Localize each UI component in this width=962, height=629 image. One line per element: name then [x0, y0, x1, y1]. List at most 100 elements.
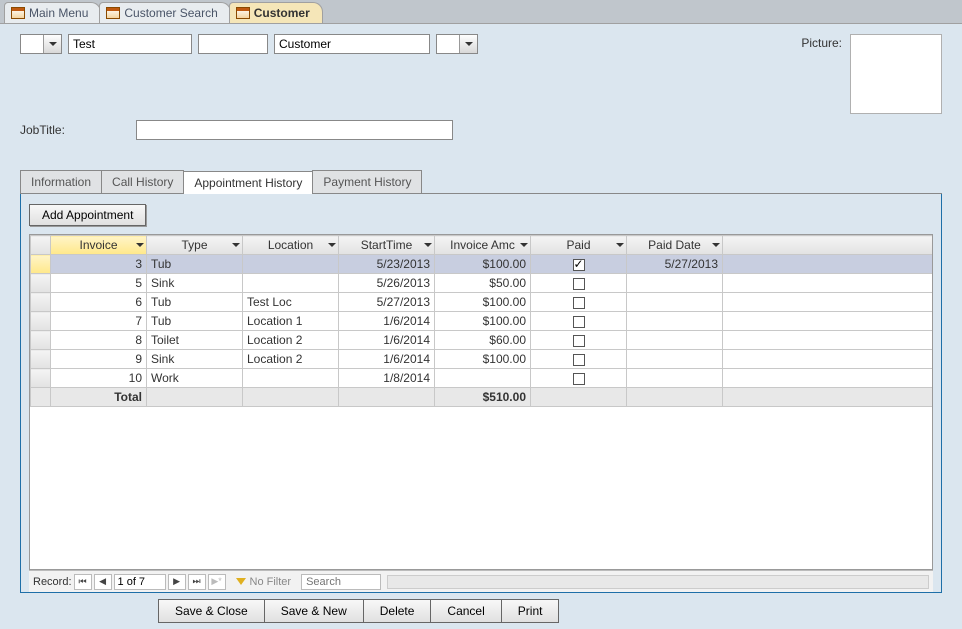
cell-starttime[interactable]: 1/6/2014 [339, 350, 435, 369]
checkbox-icon[interactable] [573, 354, 585, 366]
cell-invoice-amt[interactable]: $100.00 [435, 255, 531, 274]
table-row[interactable]: 6TubTest Loc5/27/2013$100.00 [31, 293, 933, 312]
cell-type[interactable]: Work [147, 369, 243, 388]
cell-location[interactable]: Location 2 [243, 331, 339, 350]
suffix-input[interactable] [437, 35, 459, 53]
cell-paid[interactable] [531, 331, 627, 350]
cell-starttime[interactable]: 1/6/2014 [339, 331, 435, 350]
cell-invoice[interactable]: 7 [51, 312, 147, 331]
cell-starttime[interactable]: 5/27/2013 [339, 293, 435, 312]
cell-invoice-amt[interactable]: $50.00 [435, 274, 531, 293]
window-tab[interactable]: Customer Search [99, 2, 230, 23]
appointments-grid[interactable]: InvoiceTypeLocationStartTimeInvoice AmcP… [29, 234, 933, 570]
window-tab[interactable]: Main Menu [4, 2, 101, 23]
table-row[interactable]: 8ToiletLocation 21/6/2014$60.00 [31, 331, 933, 350]
cell-type[interactable]: Tub [147, 293, 243, 312]
row-selector[interactable] [31, 255, 51, 274]
table-row[interactable]: 9SinkLocation 21/6/2014$100.00 [31, 350, 933, 369]
cell-invoice-amt[interactable]: $100.00 [435, 293, 531, 312]
column-header[interactable]: Location [243, 236, 339, 255]
cell-type[interactable]: Sink [147, 274, 243, 293]
print-button[interactable]: Print [501, 599, 560, 623]
cell-starttime[interactable]: 5/23/2013 [339, 255, 435, 274]
cell-starttime[interactable]: 1/8/2014 [339, 369, 435, 388]
add-appointment-button[interactable]: Add Appointment [29, 204, 146, 226]
cell-starttime[interactable]: 5/26/2013 [339, 274, 435, 293]
cell-paid[interactable] [531, 255, 627, 274]
cell-starttime[interactable]: 1/6/2014 [339, 312, 435, 331]
column-header[interactable]: Type [147, 236, 243, 255]
save-close-button[interactable]: Save & Close [158, 599, 265, 623]
cell-type[interactable]: Sink [147, 350, 243, 369]
save-new-button[interactable]: Save & New [264, 599, 364, 623]
row-selector[interactable] [31, 274, 51, 293]
chevron-down-icon[interactable] [43, 35, 61, 53]
table-row[interactable]: 5Sink 5/26/2013$50.00 [31, 274, 933, 293]
cancel-button[interactable]: Cancel [430, 599, 501, 623]
cell-location[interactable] [243, 255, 339, 274]
cell-invoice[interactable]: 8 [51, 331, 147, 350]
cell-type[interactable]: Toilet [147, 331, 243, 350]
cell-paid[interactable] [531, 350, 627, 369]
cell-location[interactable] [243, 369, 339, 388]
table-row[interactable]: 3Tub 5/23/2013$100.00 5/27/2013 [31, 255, 933, 274]
column-header[interactable]: Paid Date [627, 236, 723, 255]
table-row[interactable]: 10Work 1/8/2014 [31, 369, 933, 388]
cell-location[interactable] [243, 274, 339, 293]
cell-paid[interactable] [531, 312, 627, 331]
chevron-down-icon[interactable] [459, 35, 477, 53]
cell-invoice-amt[interactable]: $100.00 [435, 350, 531, 369]
cell-paid-date[interactable] [627, 293, 723, 312]
cell-paid-date[interactable]: 5/27/2013 [627, 255, 723, 274]
cell-paid[interactable] [531, 293, 627, 312]
cell-location[interactable]: Test Loc [243, 293, 339, 312]
sub-tab[interactable]: Information [20, 170, 102, 193]
sub-tab[interactable]: Call History [101, 170, 184, 193]
cell-invoice[interactable]: 6 [51, 293, 147, 312]
cell-paid-date[interactable] [627, 331, 723, 350]
checkbox-icon[interactable] [573, 373, 585, 385]
cell-paid-date[interactable] [627, 274, 723, 293]
suffix-combo[interactable] [436, 34, 478, 54]
column-header[interactable]: Invoice Amc [435, 236, 531, 255]
row-selector[interactable] [31, 312, 51, 331]
last-name-input[interactable] [274, 34, 430, 54]
cell-paid-date[interactable] [627, 369, 723, 388]
column-header[interactable]: Invoice [51, 236, 147, 255]
sub-tab[interactable]: Appointment History [183, 171, 313, 194]
row-selector[interactable] [31, 350, 51, 369]
jobtitle-input[interactable] [136, 120, 453, 140]
horizontal-scrollbar[interactable] [387, 575, 929, 589]
prefix-input[interactable] [21, 35, 43, 53]
select-all-corner[interactable] [31, 236, 51, 255]
cell-invoice[interactable]: 3 [51, 255, 147, 274]
cell-location[interactable]: Location 1 [243, 312, 339, 331]
cell-paid[interactable] [531, 369, 627, 388]
filter-toggle[interactable]: No Filter [236, 576, 292, 588]
delete-button[interactable]: Delete [363, 599, 432, 623]
prefix-combo[interactable] [20, 34, 62, 54]
row-selector[interactable] [31, 331, 51, 350]
cell-paid[interactable] [531, 274, 627, 293]
window-tab[interactable]: Customer [229, 2, 323, 23]
cell-invoice-amt[interactable]: $60.00 [435, 331, 531, 350]
cell-invoice[interactable]: 9 [51, 350, 147, 369]
checkbox-icon[interactable] [573, 335, 585, 347]
sub-tab[interactable]: Payment History [312, 170, 422, 193]
column-header[interactable]: StartTime [339, 236, 435, 255]
cell-location[interactable]: Location 2 [243, 350, 339, 369]
checkbox-icon[interactable] [573, 278, 585, 290]
cell-paid-date[interactable] [627, 312, 723, 331]
checkbox-icon[interactable] [573, 316, 585, 328]
checkbox-icon[interactable] [573, 297, 585, 309]
column-header[interactable]: Paid [531, 236, 627, 255]
checkbox-icon[interactable] [573, 259, 585, 271]
cell-type[interactable]: Tub [147, 312, 243, 331]
first-name-input[interactable] [68, 34, 192, 54]
cell-invoice[interactable]: 5 [51, 274, 147, 293]
row-selector[interactable] [31, 369, 51, 388]
cell-type[interactable]: Tub [147, 255, 243, 274]
cell-invoice[interactable]: 10 [51, 369, 147, 388]
cell-invoice-amt[interactable]: $100.00 [435, 312, 531, 331]
picture-placeholder[interactable] [850, 34, 942, 114]
